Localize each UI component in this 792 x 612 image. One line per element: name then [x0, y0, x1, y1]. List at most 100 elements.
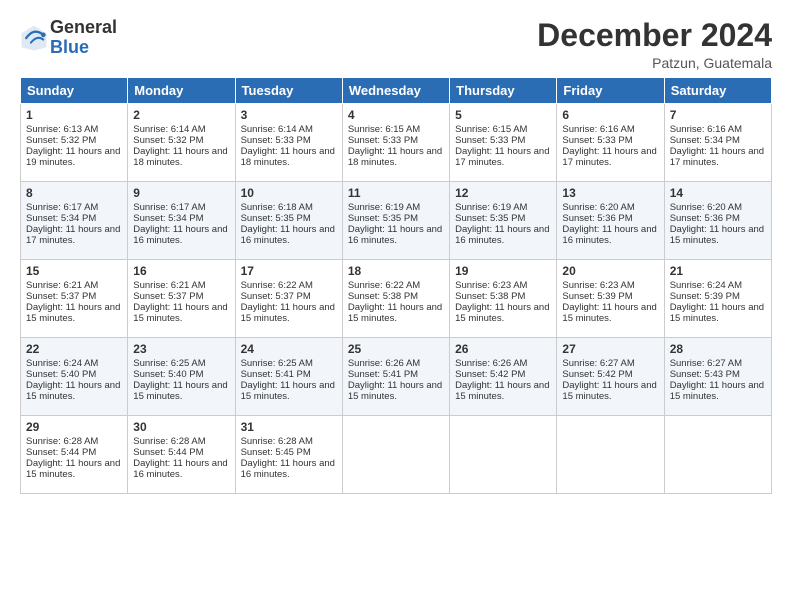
daylight-text: Daylight: 11 hours and 15 minutes.: [670, 380, 764, 402]
daylight-text: Daylight: 11 hours and 17 minutes.: [455, 146, 549, 168]
header: General Blue December 2024 Patzun, Guate…: [20, 18, 772, 71]
daylight-text: Daylight: 11 hours and 15 minutes.: [26, 380, 120, 402]
day-number: 16: [133, 264, 229, 278]
daylight-text: Daylight: 11 hours and 15 minutes.: [348, 380, 442, 402]
sunset-text: Sunset: 5:44 PM: [26, 447, 96, 458]
day-number: 12: [455, 186, 551, 200]
sunrise-text: Sunrise: 6:26 AM: [455, 358, 527, 369]
calendar-cell: 19Sunrise: 6:23 AMSunset: 5:38 PMDayligh…: [450, 260, 557, 338]
day-number: 6: [562, 108, 658, 122]
day-number: 22: [26, 342, 122, 356]
sunset-text: Sunset: 5:38 PM: [455, 291, 525, 302]
daylight-text: Daylight: 11 hours and 18 minutes.: [241, 146, 335, 168]
sunset-text: Sunset: 5:33 PM: [348, 135, 418, 146]
sunset-text: Sunset: 5:44 PM: [133, 447, 203, 458]
sunrise-text: Sunrise: 6:13 AM: [26, 124, 98, 135]
sunrise-text: Sunrise: 6:21 AM: [133, 280, 205, 291]
calendar-cell: 14Sunrise: 6:20 AMSunset: 5:36 PMDayligh…: [664, 182, 771, 260]
sunset-text: Sunset: 5:34 PM: [26, 213, 96, 224]
sunset-text: Sunset: 5:34 PM: [133, 213, 203, 224]
sunset-text: Sunset: 5:42 PM: [562, 369, 632, 380]
calendar-cell: 30Sunrise: 6:28 AMSunset: 5:44 PMDayligh…: [128, 416, 235, 494]
calendar-cell: 21Sunrise: 6:24 AMSunset: 5:39 PMDayligh…: [664, 260, 771, 338]
day-header-monday: Monday: [128, 78, 235, 104]
day-number: 7: [670, 108, 766, 122]
sunrise-text: Sunrise: 6:20 AM: [670, 202, 742, 213]
logo-icon: [20, 24, 48, 52]
day-number: 8: [26, 186, 122, 200]
day-number: 1: [26, 108, 122, 122]
daylight-text: Daylight: 11 hours and 15 minutes.: [133, 380, 227, 402]
daylight-text: Daylight: 11 hours and 16 minutes.: [241, 224, 335, 246]
calendar-cell: [450, 416, 557, 494]
daylight-text: Daylight: 11 hours and 15 minutes.: [455, 380, 549, 402]
day-number: 27: [562, 342, 658, 356]
daylight-text: Daylight: 11 hours and 15 minutes.: [241, 302, 335, 324]
day-header-friday: Friday: [557, 78, 664, 104]
sunrise-text: Sunrise: 6:25 AM: [241, 358, 313, 369]
calendar-cell: [557, 416, 664, 494]
calendar-week-row: 22Sunrise: 6:24 AMSunset: 5:40 PMDayligh…: [21, 338, 772, 416]
calendar-cell: 2Sunrise: 6:14 AMSunset: 5:32 PMDaylight…: [128, 104, 235, 182]
sunrise-text: Sunrise: 6:28 AM: [26, 436, 98, 447]
sunset-text: Sunset: 5:37 PM: [241, 291, 311, 302]
sunset-text: Sunset: 5:36 PM: [562, 213, 632, 224]
sunrise-text: Sunrise: 6:14 AM: [241, 124, 313, 135]
sunset-text: Sunset: 5:32 PM: [26, 135, 96, 146]
day-number: 5: [455, 108, 551, 122]
sunset-text: Sunset: 5:38 PM: [348, 291, 418, 302]
sunrise-text: Sunrise: 6:25 AM: [133, 358, 205, 369]
sunrise-text: Sunrise: 6:28 AM: [241, 436, 313, 447]
day-header-wednesday: Wednesday: [342, 78, 449, 104]
calendar-cell: 6Sunrise: 6:16 AMSunset: 5:33 PMDaylight…: [557, 104, 664, 182]
daylight-text: Daylight: 11 hours and 18 minutes.: [348, 146, 442, 168]
calendar-cell: 13Sunrise: 6:20 AMSunset: 5:36 PMDayligh…: [557, 182, 664, 260]
day-number: 17: [241, 264, 337, 278]
daylight-text: Daylight: 11 hours and 15 minutes.: [562, 380, 656, 402]
sunrise-text: Sunrise: 6:27 AM: [670, 358, 742, 369]
calendar-cell: 17Sunrise: 6:22 AMSunset: 5:37 PMDayligh…: [235, 260, 342, 338]
day-number: 3: [241, 108, 337, 122]
daylight-text: Daylight: 11 hours and 18 minutes.: [133, 146, 227, 168]
calendar-header-row: SundayMondayTuesdayWednesdayThursdayFrid…: [21, 78, 772, 104]
logo-general-text: General: [50, 18, 117, 38]
daylight-text: Daylight: 11 hours and 15 minutes.: [133, 302, 227, 324]
daylight-text: Daylight: 11 hours and 16 minutes.: [241, 458, 335, 480]
day-number: 11: [348, 186, 444, 200]
day-number: 2: [133, 108, 229, 122]
calendar-cell: [342, 416, 449, 494]
day-number: 14: [670, 186, 766, 200]
calendar-week-row: 29Sunrise: 6:28 AMSunset: 5:44 PMDayligh…: [21, 416, 772, 494]
sunrise-text: Sunrise: 6:17 AM: [26, 202, 98, 213]
sunset-text: Sunset: 5:32 PM: [133, 135, 203, 146]
calendar-cell: 11Sunrise: 6:19 AMSunset: 5:35 PMDayligh…: [342, 182, 449, 260]
daylight-text: Daylight: 11 hours and 17 minutes.: [562, 146, 656, 168]
calendar-week-row: 15Sunrise: 6:21 AMSunset: 5:37 PMDayligh…: [21, 260, 772, 338]
sunset-text: Sunset: 5:45 PM: [241, 447, 311, 458]
calendar-cell: 25Sunrise: 6:26 AMSunset: 5:41 PMDayligh…: [342, 338, 449, 416]
daylight-text: Daylight: 11 hours and 16 minutes.: [133, 458, 227, 480]
sunrise-text: Sunrise: 6:17 AM: [133, 202, 205, 213]
calendar-week-row: 1Sunrise: 6:13 AMSunset: 5:32 PMDaylight…: [21, 104, 772, 182]
daylight-text: Daylight: 11 hours and 15 minutes.: [241, 380, 335, 402]
calendar-cell: 15Sunrise: 6:21 AMSunset: 5:37 PMDayligh…: [21, 260, 128, 338]
day-header-thursday: Thursday: [450, 78, 557, 104]
day-number: 20: [562, 264, 658, 278]
sunrise-text: Sunrise: 6:19 AM: [348, 202, 420, 213]
page: General Blue December 2024 Patzun, Guate…: [0, 0, 792, 504]
day-number: 31: [241, 420, 337, 434]
calendar-cell: 27Sunrise: 6:27 AMSunset: 5:42 PMDayligh…: [557, 338, 664, 416]
day-number: 26: [455, 342, 551, 356]
daylight-text: Daylight: 11 hours and 15 minutes.: [348, 302, 442, 324]
calendar-cell: 20Sunrise: 6:23 AMSunset: 5:39 PMDayligh…: [557, 260, 664, 338]
daylight-text: Daylight: 11 hours and 16 minutes.: [562, 224, 656, 246]
calendar-cell: 31 Sunrise: 6:28 AMSunset: 5:45 PMDayligh…: [235, 416, 342, 494]
day-number: 13: [562, 186, 658, 200]
daylight-text: Daylight: 11 hours and 16 minutes.: [455, 224, 549, 246]
daylight-text: Daylight: 11 hours and 15 minutes.: [26, 458, 120, 480]
calendar-week-row: 8Sunrise: 6:17 AMSunset: 5:34 PMDaylight…: [21, 182, 772, 260]
sunset-text: Sunset: 5:35 PM: [241, 213, 311, 224]
calendar-cell: 5Sunrise: 6:15 AMSunset: 5:33 PMDaylight…: [450, 104, 557, 182]
title-block: December 2024 Patzun, Guatemala: [537, 18, 772, 71]
sunrise-text: Sunrise: 6:21 AM: [26, 280, 98, 291]
